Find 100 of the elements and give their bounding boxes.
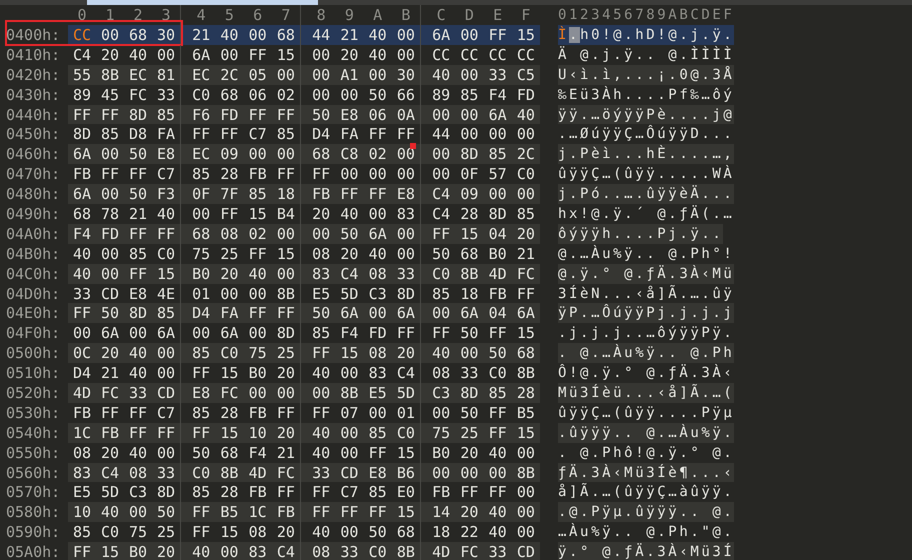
hex-byte: 8B [276, 284, 295, 303]
offset-label: 0450h: [6, 125, 60, 144]
hex-byte: 00 [396, 145, 415, 164]
hex-byte: 00 [128, 324, 148, 342]
hex-byte: 08 [368, 264, 387, 283]
ascii-text: .ûÿÿÿ.. @.…Àu%ÿ. [558, 422, 734, 443]
hex-byte: 85 [156, 106, 176, 124]
hex-byte: 50 [312, 106, 330, 124]
hex-byte: FF [312, 404, 330, 422]
hex-byte: FD [100, 224, 120, 243]
scrollbar-thumb[interactable] [87, 0, 318, 5]
ascii-text: ÿÿ.…öýÿÿPè....j@ [558, 104, 734, 124]
hex-byte: FC [100, 384, 120, 402]
hex-byte: 85 [312, 324, 330, 342]
hex-byte: FF [72, 543, 92, 560]
hex-byte: D4 [312, 125, 330, 144]
hex-byte: 21 [192, 26, 210, 44]
hex-byte: 85 [72, 523, 92, 542]
hex-byte: 1C [72, 424, 92, 442]
hex-byte: 08 [312, 543, 330, 560]
hex-byte: 40 [72, 244, 92, 263]
hex-byte: 18 [432, 523, 450, 542]
hex-byte: FD [220, 106, 238, 124]
hex-byte: 45 [100, 86, 120, 104]
ascii-text: Ô!@.ÿ.° @.ƒÄ.3À‹ [558, 363, 734, 384]
hex-byte: 6A [192, 46, 210, 64]
hex-byte: 85 [460, 86, 478, 104]
hex-byte: FF [276, 304, 295, 322]
hex-byte: C4 [276, 543, 295, 560]
hex-byte: 40 [100, 503, 120, 522]
hex-byte: 18 [276, 185, 295, 204]
ascii-text: hx!@.ÿ.´ @.ƒÄ(.… [558, 204, 734, 224]
hex-byte: 33 [312, 464, 330, 482]
hex-byte: 40 [516, 106, 535, 124]
hex-byte: 22 [460, 523, 478, 542]
hex-byte: C0 [368, 543, 387, 560]
hex-byte: 40 [368, 26, 387, 44]
hex-byte: 8D [460, 145, 478, 164]
hex-byte: 85 [192, 165, 210, 184]
hex-byte: FF [248, 244, 267, 263]
hex-byte: 1C [248, 503, 267, 522]
hex-byte: C4 [396, 364, 415, 382]
ascii-text: …Àu%ÿ.. @.Ph."@. [558, 522, 734, 542]
hex-byte: FF [100, 165, 120, 184]
hex-byte: 2C [220, 66, 238, 84]
hex-byte: FB [248, 483, 267, 502]
hex-byte: 15 [516, 424, 535, 442]
hex-byte: 8D [396, 284, 415, 303]
hex-byte: CC [460, 46, 478, 64]
hex-byte: 00 [460, 125, 478, 144]
hex-byte: 08 [432, 364, 450, 382]
hex-byte: FF [192, 364, 210, 382]
hex-byte: FF [432, 324, 450, 342]
hex-byte: 40 [312, 523, 330, 542]
hex-byte: 06 [248, 86, 267, 104]
hex-byte: 00 [220, 284, 238, 303]
hex-byte: 6A [220, 324, 238, 342]
hex-byte: 00 [432, 106, 450, 124]
hex-byte: E5 [72, 483, 92, 502]
hex-byte: 15 [248, 204, 267, 223]
hex-byte: 00 [340, 523, 358, 542]
hex-byte: FF [220, 204, 238, 223]
hex-byte: FF [488, 424, 507, 442]
hex-byte: E0 [396, 483, 415, 502]
hex-byte: CC [432, 46, 450, 64]
hex-byte: 85 [248, 185, 267, 204]
hex-byte: 55 [72, 66, 92, 84]
hex-byte: C0 [192, 86, 210, 104]
ascii-text: @.ÿ.° @.ƒÄ.3À‹Mü [558, 264, 734, 284]
hex-byte: 00 [488, 125, 507, 144]
hex-byte: 20 [312, 204, 330, 223]
hex-byte: 00 [340, 424, 358, 442]
offset-label: 0490h: [6, 204, 60, 223]
hex-byte: F4 [488, 86, 507, 104]
hex-byte: EC [128, 66, 148, 84]
hex-byte: FC [220, 384, 238, 402]
column-header: 5 [224, 6, 235, 24]
hex-byte: FB [276, 503, 295, 522]
hex-byte: 00 [248, 145, 267, 164]
hex-byte: 00 [488, 185, 507, 204]
hex-byte: 5D [340, 284, 358, 303]
hex-byte: FB [100, 424, 120, 442]
hex-byte: 20 [340, 46, 358, 64]
hex-byte: FB [488, 284, 507, 303]
hex-byte: FF [72, 304, 92, 322]
offset-label: 0470h: [6, 165, 60, 184]
hex-byte: FF [312, 165, 330, 184]
hex-byte: 81 [156, 66, 176, 84]
column-header: 7 [280, 6, 292, 24]
hex-byte: FF [192, 125, 210, 144]
hex-byte: FF [100, 404, 120, 422]
column-header: 8 [316, 6, 327, 24]
hex-byte: 8B [100, 66, 120, 84]
hex-byte: FF [128, 404, 148, 422]
horizontal-scrollbar[interactable] [0, 0, 912, 5]
ascii-text: 3ÍèN...‹å]Ã.….ûÿ [558, 284, 734, 304]
hex-byte: C7 [248, 125, 267, 144]
hex-byte: F4 [72, 224, 92, 243]
hex-byte: CC [72, 26, 92, 44]
hex-byte: FF [248, 106, 267, 124]
